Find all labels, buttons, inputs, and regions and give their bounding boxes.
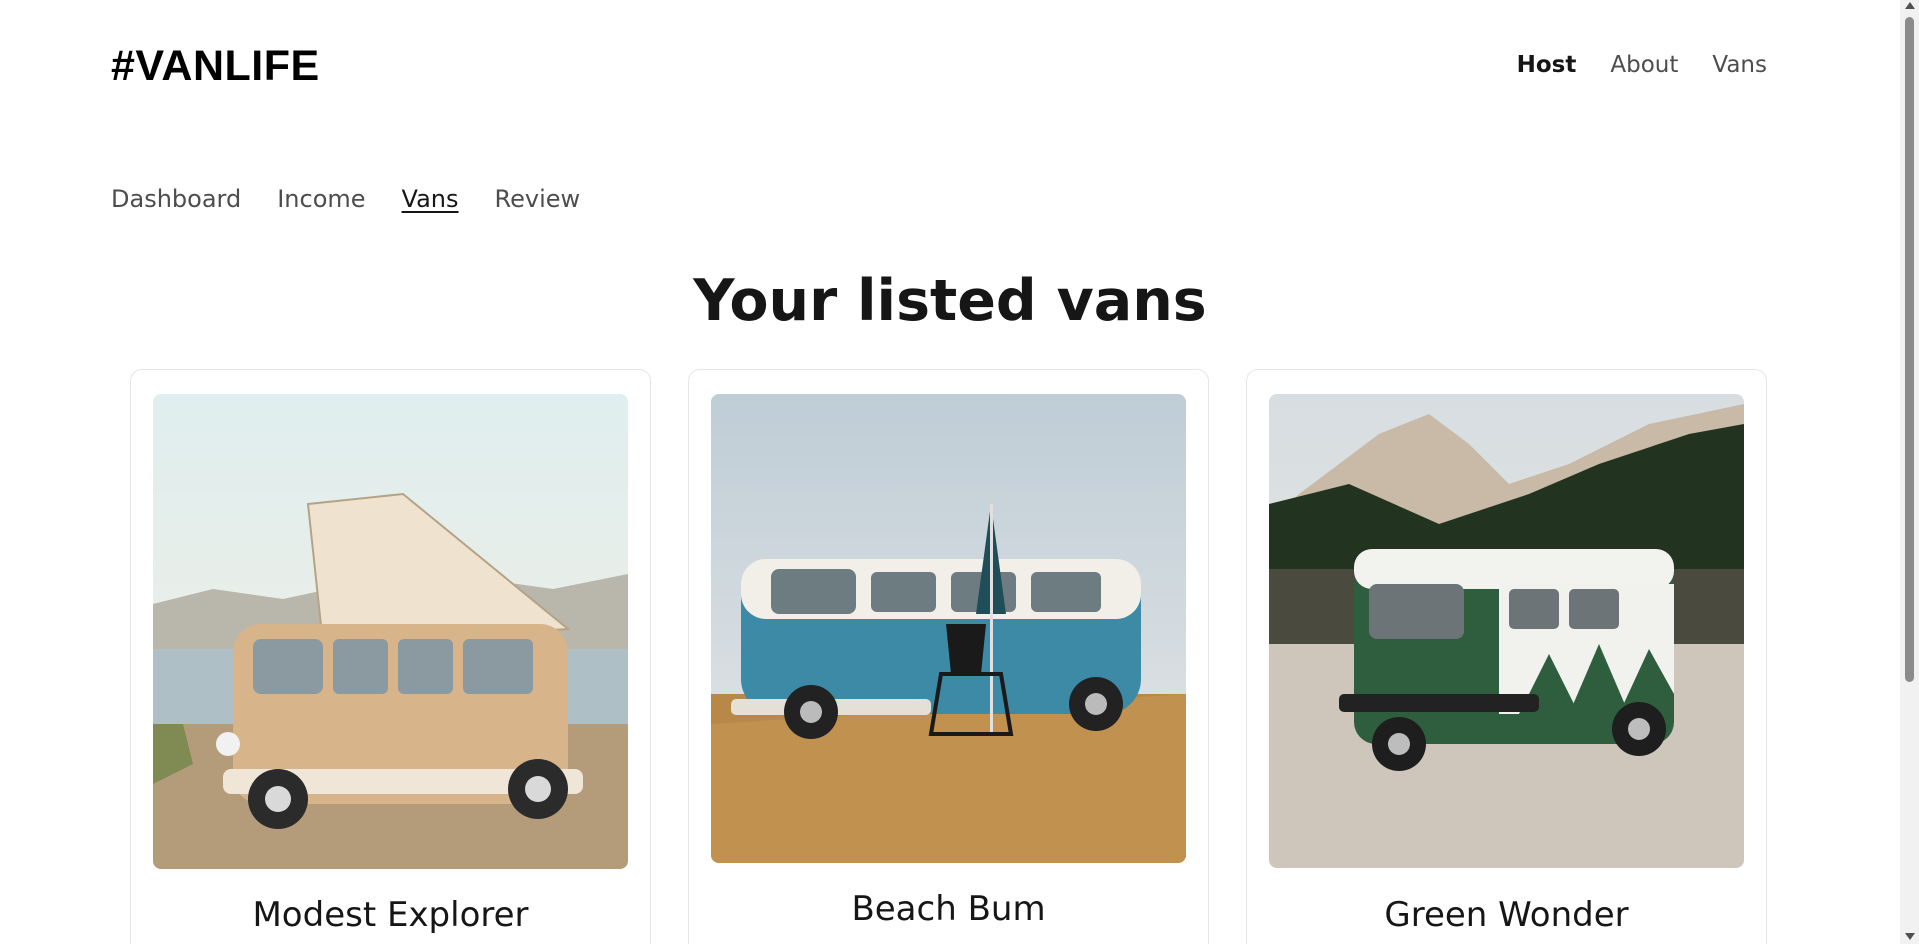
scroll-up-arrow-icon[interactable] bbox=[1905, 2, 1915, 9]
van-image bbox=[153, 394, 628, 869]
van-card[interactable]: Green Wonder bbox=[1246, 369, 1767, 944]
page-title: Your listed vans bbox=[693, 268, 1207, 334]
van-name[interactable]: Green Wonder bbox=[1247, 895, 1766, 935]
van-name[interactable]: Beach Bum bbox=[689, 889, 1208, 929]
host-nav-income[interactable]: Income bbox=[277, 185, 365, 213]
site-logo[interactable]: #VANLIFE bbox=[111, 42, 320, 91]
host-subnav: Dashboard Income Vans Review bbox=[111, 185, 580, 213]
site-header: #VANLIFE Host About Vans bbox=[0, 0, 1900, 130]
host-nav-dashboard[interactable]: Dashboard bbox=[111, 185, 241, 213]
scrollbar-thumb[interactable] bbox=[1905, 17, 1914, 682]
page: #VANLIFE Host About Vans Dashboard Incom… bbox=[0, 0, 1919, 944]
host-nav-review[interactable]: Review bbox=[495, 185, 581, 213]
vertical-scrollbar[interactable] bbox=[1900, 0, 1919, 944]
nav-link-vans[interactable]: Vans bbox=[1712, 52, 1767, 78]
main-nav: Host About Vans bbox=[1517, 52, 1767, 78]
van-card[interactable]: Modest Explorer bbox=[130, 369, 651, 944]
van-list: Modest Explorer Beach Bum Green Wonder bbox=[130, 369, 1767, 944]
van-name[interactable]: Modest Explorer bbox=[131, 895, 650, 935]
scroll-down-arrow-icon[interactable] bbox=[1905, 933, 1915, 940]
nav-link-about[interactable]: About bbox=[1610, 52, 1678, 78]
van-image bbox=[1269, 394, 1744, 868]
host-nav-vans[interactable]: Vans bbox=[402, 185, 459, 213]
nav-link-host[interactable]: Host bbox=[1517, 52, 1577, 78]
van-image bbox=[711, 394, 1186, 863]
van-card[interactable]: Beach Bum bbox=[688, 369, 1209, 944]
